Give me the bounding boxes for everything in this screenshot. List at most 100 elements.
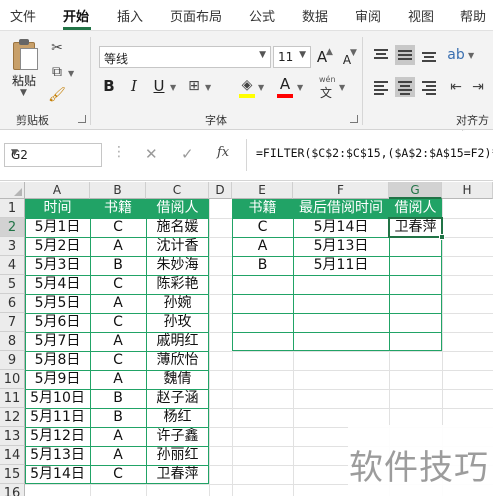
last-borrow-data-cell[interactable] <box>293 294 389 313</box>
last-borrow-data-cell[interactable] <box>389 294 442 313</box>
last-borrow-data-cell[interactable] <box>389 313 442 332</box>
align-middle-icon[interactable] <box>395 45 415 65</box>
borrow-log-data-cell[interactable]: B <box>90 389 146 408</box>
borrow-log-data-cell[interactable]: 魏倩 <box>146 370 209 389</box>
borrow-log-data-cell[interactable]: 施名媛 <box>146 218 209 237</box>
orientation-dropdown-icon[interactable]: ▼ <box>468 51 474 60</box>
borrow-log-data-cell[interactable]: 赵子涵 <box>146 389 209 408</box>
borrow-log-data-cell[interactable]: 戚明红 <box>146 332 209 351</box>
borrow-log-data-cell[interactable]: 沈计香 <box>146 237 209 256</box>
select-all-button[interactable] <box>0 182 25 199</box>
phonetic-guide-button[interactable]: wén <box>319 75 336 84</box>
increase-indent-icon[interactable]: ⇥ <box>469 78 487 96</box>
last-borrow-header-cell[interactable]: 书籍 <box>232 199 293 218</box>
cut-icon[interactable]: ✂ <box>48 39 66 57</box>
borrow-log-data-cell[interactable]: 5月2日 <box>25 237 90 256</box>
borrow-log-data-cell[interactable]: 5月12日 <box>25 427 90 446</box>
align-left-icon[interactable] <box>371 77 391 97</box>
last-borrow-data-cell[interactable]: C <box>232 218 293 237</box>
borrow-log-data-cell[interactable]: 孙丽红 <box>146 446 209 465</box>
orientation-icon[interactable]: ab <box>447 46 465 64</box>
align-top-icon[interactable] <box>371 45 391 65</box>
borrow-log-data-cell[interactable]: 5月4日 <box>25 275 90 294</box>
column-header-h[interactable]: H <box>442 182 493 199</box>
borrow-log-data-cell[interactable]: 卫春萍 <box>146 465 209 484</box>
last-borrow-data-cell[interactable] <box>293 332 389 351</box>
row-header-10[interactable]: 10 <box>0 370 25 389</box>
borrow-log-data-cell[interactable]: 5月7日 <box>25 332 90 351</box>
last-borrow-data-cell[interactable] <box>389 237 442 256</box>
borrow-log-data-cell[interactable]: A <box>90 446 146 465</box>
borrow-log-data-cell[interactable]: 5月13日 <box>25 446 90 465</box>
underline-dropdown-icon[interactable]: ▼ <box>170 83 176 92</box>
row-header-7[interactable]: 7 <box>0 313 25 332</box>
column-header-g[interactable]: G <box>389 182 442 199</box>
column-header-a[interactable]: A <box>25 182 90 199</box>
borrow-log-data-cell[interactable]: 5月1日 <box>25 218 90 237</box>
last-borrow-data-cell[interactable] <box>232 332 293 351</box>
fill-color-icon[interactable]: ◈ <box>238 76 256 94</box>
row-header-2[interactable]: 2 <box>0 218 25 237</box>
tab-file[interactable]: 文件 <box>10 6 36 25</box>
font-color-button[interactable]: A <box>276 74 294 94</box>
tab-home[interactable]: 开始 <box>63 6 89 25</box>
borrow-log-data-cell[interactable]: B <box>90 256 146 275</box>
tab-view[interactable]: 视图 <box>408 6 434 25</box>
borrow-log-header-cell[interactable]: 借阅人 <box>146 199 209 218</box>
borrow-log-data-cell[interactable]: A <box>90 237 146 256</box>
copy-dropdown-icon[interactable]: ▼ <box>68 69 74 78</box>
column-header-e[interactable]: E <box>232 182 293 199</box>
align-right-icon[interactable] <box>419 77 439 97</box>
active-cell-outline[interactable] <box>388 217 443 238</box>
formula-input[interactable]: =FILTER($C$2:$C$15,($A$2:$A$15=F2)*( <box>256 146 493 160</box>
borrow-log-data-cell[interactable]: 5月11日 <box>25 408 90 427</box>
borrow-log-header-cell[interactable]: 书籍 <box>90 199 146 218</box>
row-header-15[interactable]: 15 <box>0 465 25 484</box>
borrow-log-data-cell[interactable]: 5月10日 <box>25 389 90 408</box>
align-center-icon[interactable] <box>395 77 415 97</box>
borrow-log-data-cell[interactable]: A <box>90 294 146 313</box>
borrow-log-data-cell[interactable]: 5月3日 <box>25 256 90 275</box>
column-header-c[interactable]: C <box>146 182 209 199</box>
row-header-9[interactable]: 9 <box>0 351 25 370</box>
last-borrow-header-cell[interactable]: 借阅人 <box>389 199 442 218</box>
italic-button[interactable]: I <box>125 76 143 96</box>
clipboard-dialog-launcher-icon[interactable] <box>78 115 86 123</box>
borrow-log-data-cell[interactable]: 5月8日 <box>25 351 90 370</box>
phonetic-dropdown-icon[interactable]: ▼ <box>339 83 345 92</box>
row-header-14[interactable]: 14 <box>0 446 25 465</box>
font-dialog-launcher-icon[interactable] <box>350 115 358 123</box>
last-borrow-data-cell[interactable]: 5月11日 <box>293 256 389 275</box>
last-borrow-data-cell[interactable]: 5月14日 <box>293 218 389 237</box>
align-bottom-icon[interactable] <box>419 45 439 65</box>
row-header-3[interactable]: 3 <box>0 237 25 256</box>
borrow-log-data-cell[interactable]: 陈彩艳 <box>146 275 209 294</box>
borrow-log-data-cell[interactable]: 朱妙海 <box>146 256 209 275</box>
last-borrow-data-cell[interactable] <box>293 313 389 332</box>
row-header-4[interactable]: 4 <box>0 256 25 275</box>
underline-button[interactable]: U <box>150 76 168 96</box>
paste-button-label[interactable]: 粘贴 <box>12 72 36 89</box>
column-header-d[interactable]: D <box>209 182 232 199</box>
tab-page-layout[interactable]: 页面布局 <box>170 6 222 25</box>
column-header-f[interactable]: F <box>293 182 389 199</box>
bold-button[interactable]: B <box>100 76 118 96</box>
last-borrow-data-cell[interactable]: 5月13日 <box>293 237 389 256</box>
decrease-indent-icon[interactable]: ⇤ <box>447 78 465 96</box>
row-header-13[interactable]: 13 <box>0 427 25 446</box>
font-color-dropdown-icon[interactable]: ▼ <box>297 83 303 92</box>
tab-data[interactable]: 数据 <box>302 6 328 25</box>
last-borrow-data-cell[interactable] <box>389 256 442 275</box>
last-borrow-data-cell[interactable]: B <box>232 256 293 275</box>
last-borrow-data-cell[interactable] <box>389 275 442 294</box>
borrow-log-data-cell[interactable]: C <box>90 351 146 370</box>
row-header-11[interactable]: 11 <box>0 389 25 408</box>
borrow-log-data-cell[interactable]: A <box>90 427 146 446</box>
row-header-5[interactable]: 5 <box>0 275 25 294</box>
borrow-log-data-cell[interactable]: B <box>90 408 146 427</box>
borrow-log-data-cell[interactable]: 孙婉 <box>146 294 209 313</box>
borrow-log-data-cell[interactable]: C <box>90 313 146 332</box>
name-box[interactable]: G2 ▼ <box>4 143 102 167</box>
tab-formulas[interactable]: 公式 <box>249 6 275 25</box>
last-borrow-data-cell[interactable] <box>232 275 293 294</box>
